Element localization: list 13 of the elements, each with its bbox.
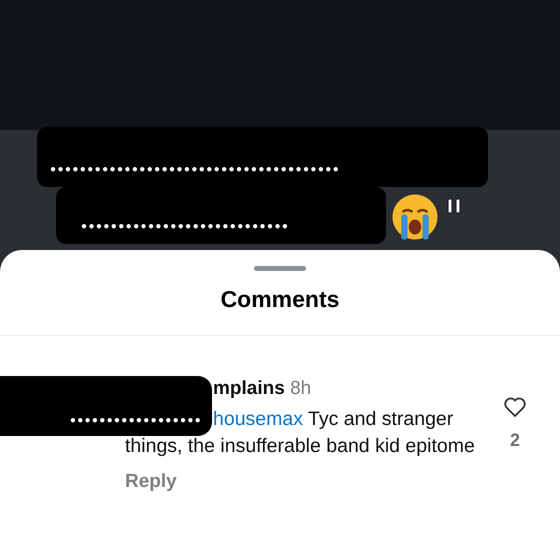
username[interactable]: mplains [213, 378, 285, 399]
heart-icon[interactable] [503, 396, 527, 418]
comment-time: 8h [290, 378, 312, 399]
reply-button[interactable]: Reply [125, 471, 177, 493]
mention-link[interactable]: housemax [213, 408, 303, 430]
sheet-title: Comments [220, 286, 340, 313]
caption-bubble: ●●●●●●●●●●●●●●●●●●●●●●●●●●●● [56, 187, 386, 244]
redaction-bubble: ●●●●●●●●●●●●●●●●●● [0, 376, 212, 436]
crying-emoji-icon [390, 192, 440, 242]
caption-bubble: ●●●●●●●●●●●●●●●●●●●●●●●●●●●●●●●●●●●●●●● [37, 127, 488, 187]
pause-icon[interactable] [447, 198, 461, 214]
like-count: 2 [510, 430, 520, 451]
drag-handle[interactable] [254, 266, 306, 271]
